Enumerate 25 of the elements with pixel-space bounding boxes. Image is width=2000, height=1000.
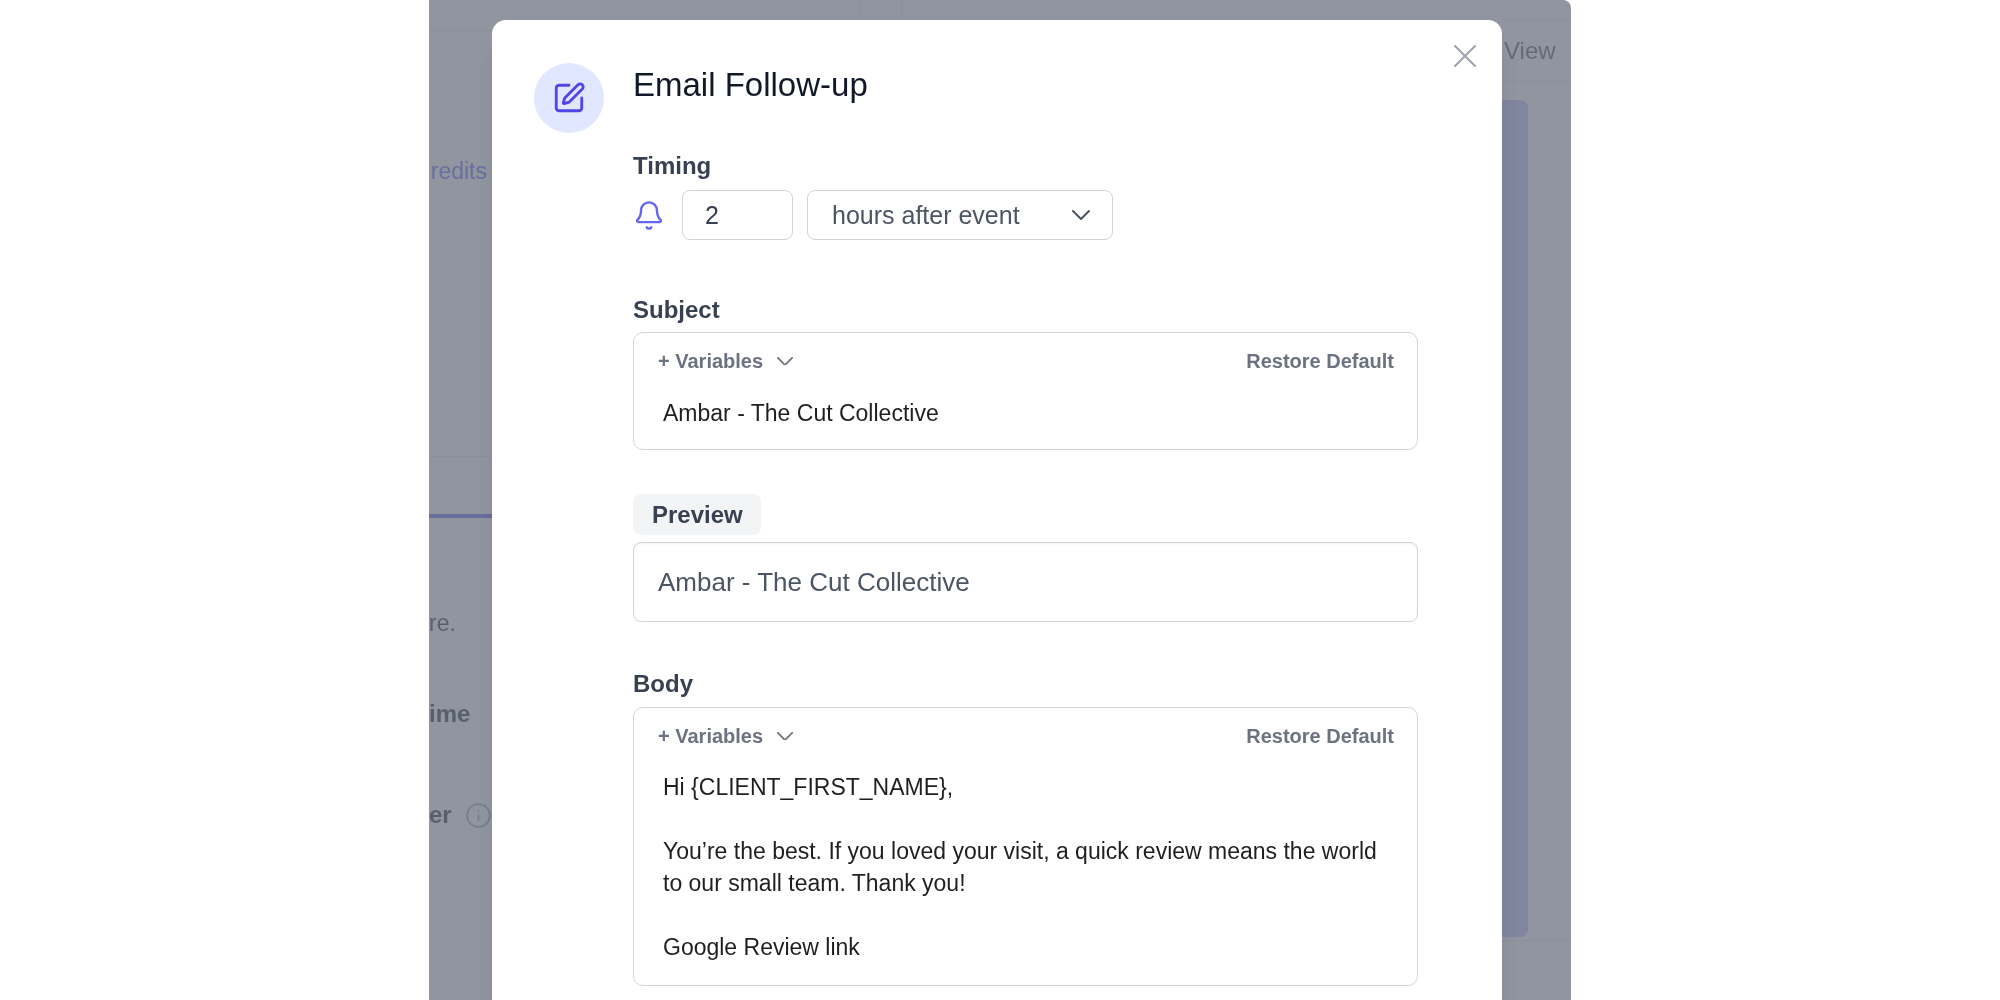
chevron-down-icon	[777, 731, 794, 741]
preview-field: Ambar - The Cut Collective	[633, 542, 1418, 622]
bell-icon	[636, 200, 662, 230]
chevron-down-icon	[777, 356, 794, 366]
subject-label: Subject	[633, 295, 721, 325]
body-input[interactable]: Hi {CLIENT_FIRST_NAME}, You’re the best. If you loved your visit, a quick review means the world to our small team. Thank you! Google Review link	[663, 771, 1394, 963]
background-label: er	[429, 801, 452, 829]
dialog-title: Email Follow-up	[633, 65, 869, 105]
amount-input[interactable]: 2	[682, 190, 793, 240]
variables-button[interactable]: + Variables	[658, 347, 794, 375]
body-paragraph: Google Review link	[663, 933, 861, 962]
restore-default-button[interactable]: Restore Default	[1246, 722, 1394, 750]
preview-tag: Preview	[633, 494, 761, 535]
background-label: ime	[429, 700, 471, 728]
variables-button[interactable]: + Variables	[658, 722, 794, 750]
restore-default-button[interactable]: Restore Default	[1246, 347, 1394, 375]
body-label: Body	[633, 669, 694, 699]
chevron-down-icon	[1072, 209, 1090, 221]
subject-input[interactable]: Ambar - The Cut Collective	[663, 397, 1394, 429]
background-text: re.	[429, 609, 456, 637]
body-paragraph: You’re the best. If you loved your visit, a quick review means the world to our small team. Thank you!	[663, 837, 1378, 898]
close-icon	[1454, 45, 1476, 67]
unit-select[interactable]: hours after event	[807, 190, 1113, 240]
body-paragraph: Hi {CLIENT_FIRST_NAME},	[663, 773, 955, 802]
timing-label: Timing	[633, 151, 713, 181]
